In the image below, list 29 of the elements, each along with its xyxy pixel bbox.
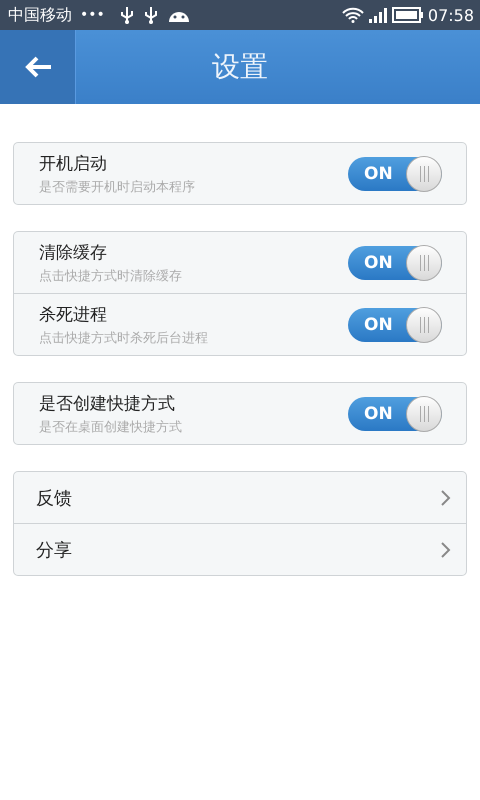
setting-description: 点击快捷方式时清除缓存 (39, 268, 182, 284)
toggle-switch[interactable]: ON (348, 396, 442, 430)
carrier-name: 中国移动 (8, 4, 72, 26)
toggle-switch[interactable]: ON (348, 246, 442, 280)
battery-icon (392, 7, 424, 23)
page-title: 设置 (211, 49, 269, 85)
setting-description: 点击快捷方式时杀死后台进程 (39, 330, 208, 346)
setting-description: 是否需要开机时启动本程序 (39, 178, 195, 196)
chevron-right-icon (440, 540, 452, 558)
setting-title: 杀死进程 (39, 304, 108, 326)
back-arrow-icon (22, 55, 52, 79)
toggle-switch[interactable]: ON (348, 156, 442, 190)
wifi-icon (342, 7, 364, 23)
clock-time: 07:58 (428, 6, 474, 24)
chevron-right-icon (440, 488, 452, 506)
toggle-switch[interactable]: ON (348, 308, 442, 342)
menu-item-label: 分享 (36, 538, 72, 562)
usb-icon (118, 6, 135, 24)
setting-title: 清除缓存 (39, 242, 108, 264)
back-button[interactable] (0, 30, 76, 104)
usb-icon (142, 6, 159, 24)
signal-icon (368, 7, 388, 23)
menu-item-label: 反馈 (36, 486, 72, 510)
setting-title: 是否创建快捷方式 (39, 392, 176, 414)
signal-dots: ••• (80, 7, 105, 23)
menu-item[interactable]: 分享 (14, 523, 466, 575)
menu-item[interactable]: 反馈 (14, 472, 466, 523)
setting-title: 开机启动 (39, 152, 108, 174)
setting-description: 是否在桌面创建快捷方式 (39, 418, 182, 436)
